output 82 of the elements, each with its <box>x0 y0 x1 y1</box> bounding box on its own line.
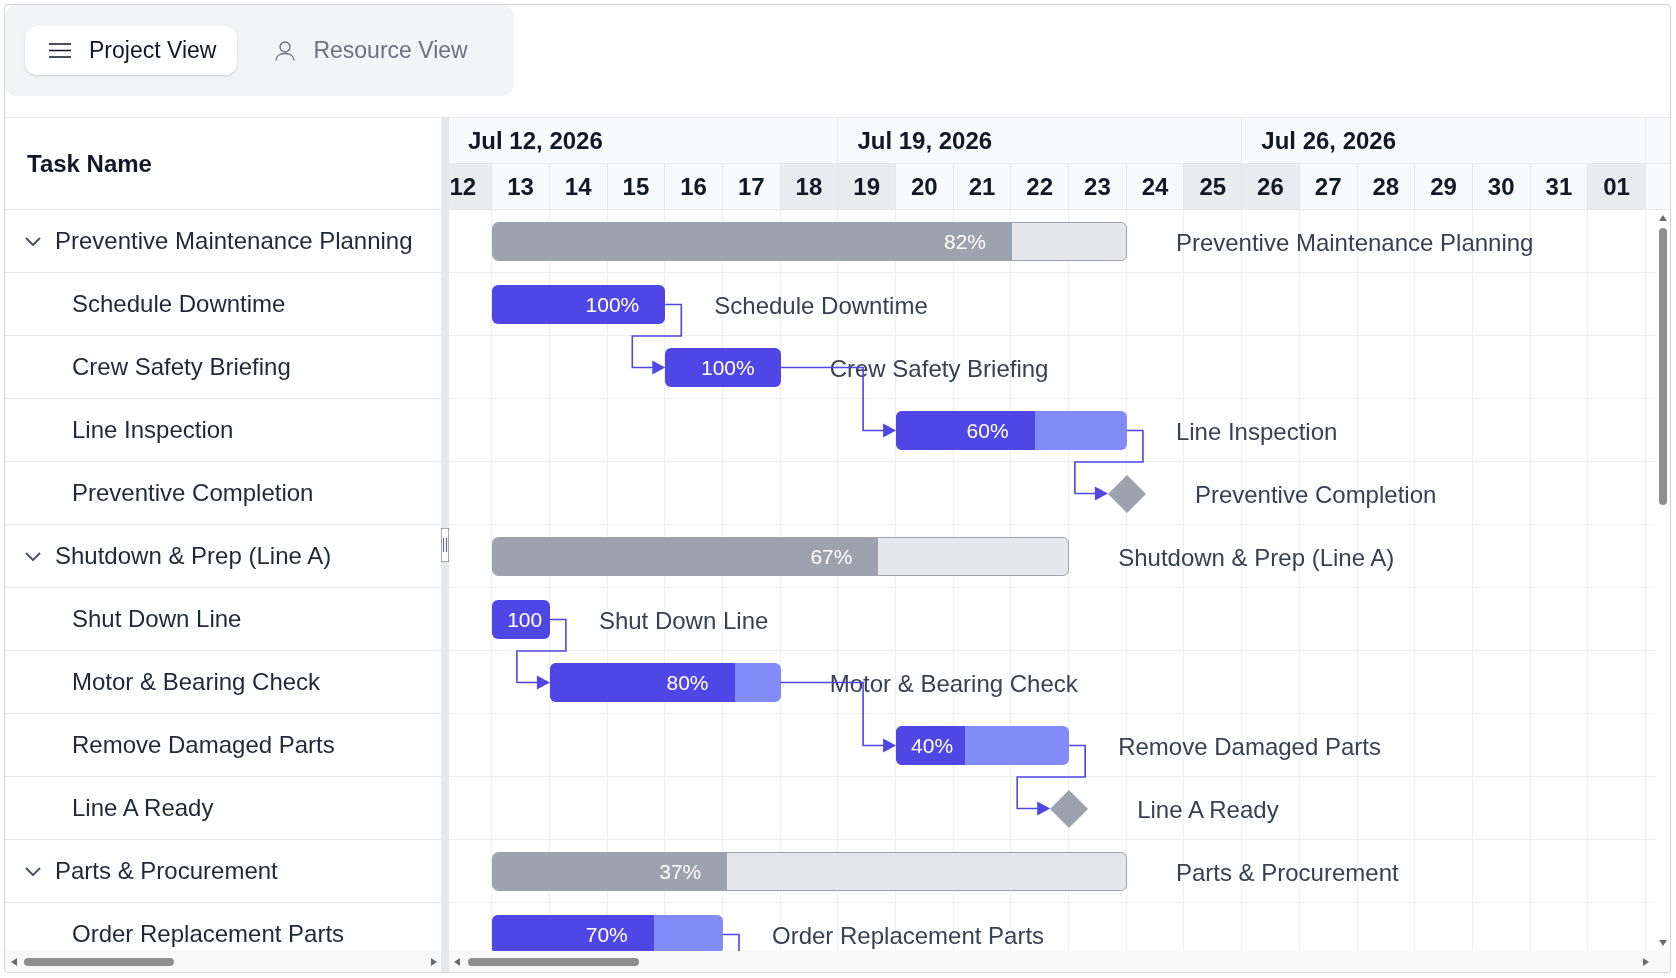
day-header: 01 <box>1588 164 1646 209</box>
arrow-down-icon[interactable] <box>1659 940 1667 946</box>
day-header: 22 <box>1011 164 1070 209</box>
task-label: Order Replacement Parts <box>772 922 1045 950</box>
task-name: Line Inspection <box>72 416 234 444</box>
day-header: 20 <box>896 164 954 209</box>
day-header: 17 <box>722 164 781 209</box>
person-icon <box>275 40 296 61</box>
task-bar[interactable]: 100 <box>492 600 550 639</box>
day-header: 12 <box>449 164 493 209</box>
view-tab[interactable]: Resource View <box>251 26 489 75</box>
chevron-down-icon[interactable] <box>25 551 41 561</box>
milestone-marker[interactable] <box>1107 474 1146 513</box>
arrow-right-icon[interactable] <box>1643 957 1649 966</box>
day-header: 16 <box>665 164 723 209</box>
day-header: 27 <box>1299 164 1358 209</box>
task-name: Shut Down Line <box>72 605 242 633</box>
milestone-marker[interactable] <box>1050 789 1089 828</box>
task-label: Preventive Completion <box>1194 481 1437 509</box>
scrollbar-thumb[interactable] <box>468 957 639 966</box>
chevron-down-icon[interactable] <box>25 236 41 246</box>
task-label: Schedule Downtime <box>714 292 928 320</box>
day-header: 15 <box>607 164 666 209</box>
scrollbar-thumb[interactable] <box>1659 228 1667 505</box>
view-tab[interactable]: Project View <box>25 26 238 75</box>
task-name: Schedule Downtime <box>72 290 286 318</box>
task-name: Parts & Procurement <box>55 857 278 885</box>
task-label: Shutdown & Prep (Line A) <box>1118 544 1395 572</box>
scrollbar-thumb[interactable] <box>24 957 174 966</box>
week-header: Jul 12, 2026 <box>449 118 839 163</box>
day-header: 18 <box>780 164 839 209</box>
arrow-up-icon[interactable] <box>1659 215 1667 221</box>
progress-percent: 37% <box>659 859 702 884</box>
task-name: Motor & Bearing Check <box>72 668 321 696</box>
week-header: Jul 19, 2026 <box>838 118 1243 163</box>
day-header: 30 <box>1472 164 1531 209</box>
task-name: Preventive Completion <box>72 479 314 507</box>
progress-percent: 70% <box>585 922 628 947</box>
task-name: Crew Safety Briefing <box>72 353 291 381</box>
task-name: Line A Ready <box>72 794 214 822</box>
day-header: 29 <box>1415 164 1473 209</box>
arrow-left-icon[interactable] <box>454 957 460 966</box>
progress-percent: 80% <box>666 670 709 695</box>
day-header: 21 <box>953 164 1012 209</box>
day-header: 26 <box>1242 164 1300 209</box>
column-header: Task Name <box>27 149 152 178</box>
task-label: Parts & Procurement <box>1175 859 1399 887</box>
task-bar[interactable]: 100% <box>492 285 666 324</box>
task-label: Line Inspection <box>1175 418 1338 446</box>
progress-percent: 67% <box>810 544 853 569</box>
task-name: Preventive Maintenance Planning <box>55 227 413 255</box>
menu-icon <box>49 43 71 58</box>
progress-percent: 82% <box>943 229 986 254</box>
task-bar[interactable]: 60% <box>896 411 1127 450</box>
progress-percent: 40% <box>911 733 954 758</box>
grip-icon[interactable] <box>441 528 449 562</box>
task-bar[interactable]: 80% <box>549 663 781 702</box>
progress-percent: 100% <box>700 355 755 380</box>
arrow-left-icon[interactable] <box>11 957 17 966</box>
day-header: 19 <box>838 164 896 209</box>
task-bar[interactable]: 40% <box>896 726 1070 765</box>
progress-percent: 100% <box>585 292 640 317</box>
task-bar[interactable]: 70% <box>492 915 723 951</box>
task-name: Order Replacement Parts <box>72 920 345 948</box>
progress-percent: 60% <box>966 418 1009 443</box>
task-label: Line A Ready <box>1137 796 1279 824</box>
task-label: Preventive Maintenance Planning <box>1175 229 1534 257</box>
task-name: Shutdown & Prep (Line A) <box>55 542 332 570</box>
arrow-right-icon[interactable] <box>431 957 437 966</box>
task-name: Remove Damaged Parts <box>72 731 335 759</box>
day-header: 28 <box>1357 164 1416 209</box>
day-header: 23 <box>1069 164 1127 209</box>
chevron-down-icon[interactable] <box>25 866 41 876</box>
day-header: 14 <box>549 164 608 209</box>
task-bar[interactable]: 100% <box>665 348 781 387</box>
task-label: Shut Down Line <box>598 607 769 635</box>
task-label: Remove Damaged Parts <box>1118 733 1381 761</box>
task-label: Motor & Bearing Check <box>829 670 1078 698</box>
week-header: Jul 26, 2026 <box>1242 118 1647 163</box>
day-header: 25 <box>1184 164 1243 209</box>
progress-percent: 100 <box>507 607 543 632</box>
day-header: 13 <box>492 164 550 209</box>
